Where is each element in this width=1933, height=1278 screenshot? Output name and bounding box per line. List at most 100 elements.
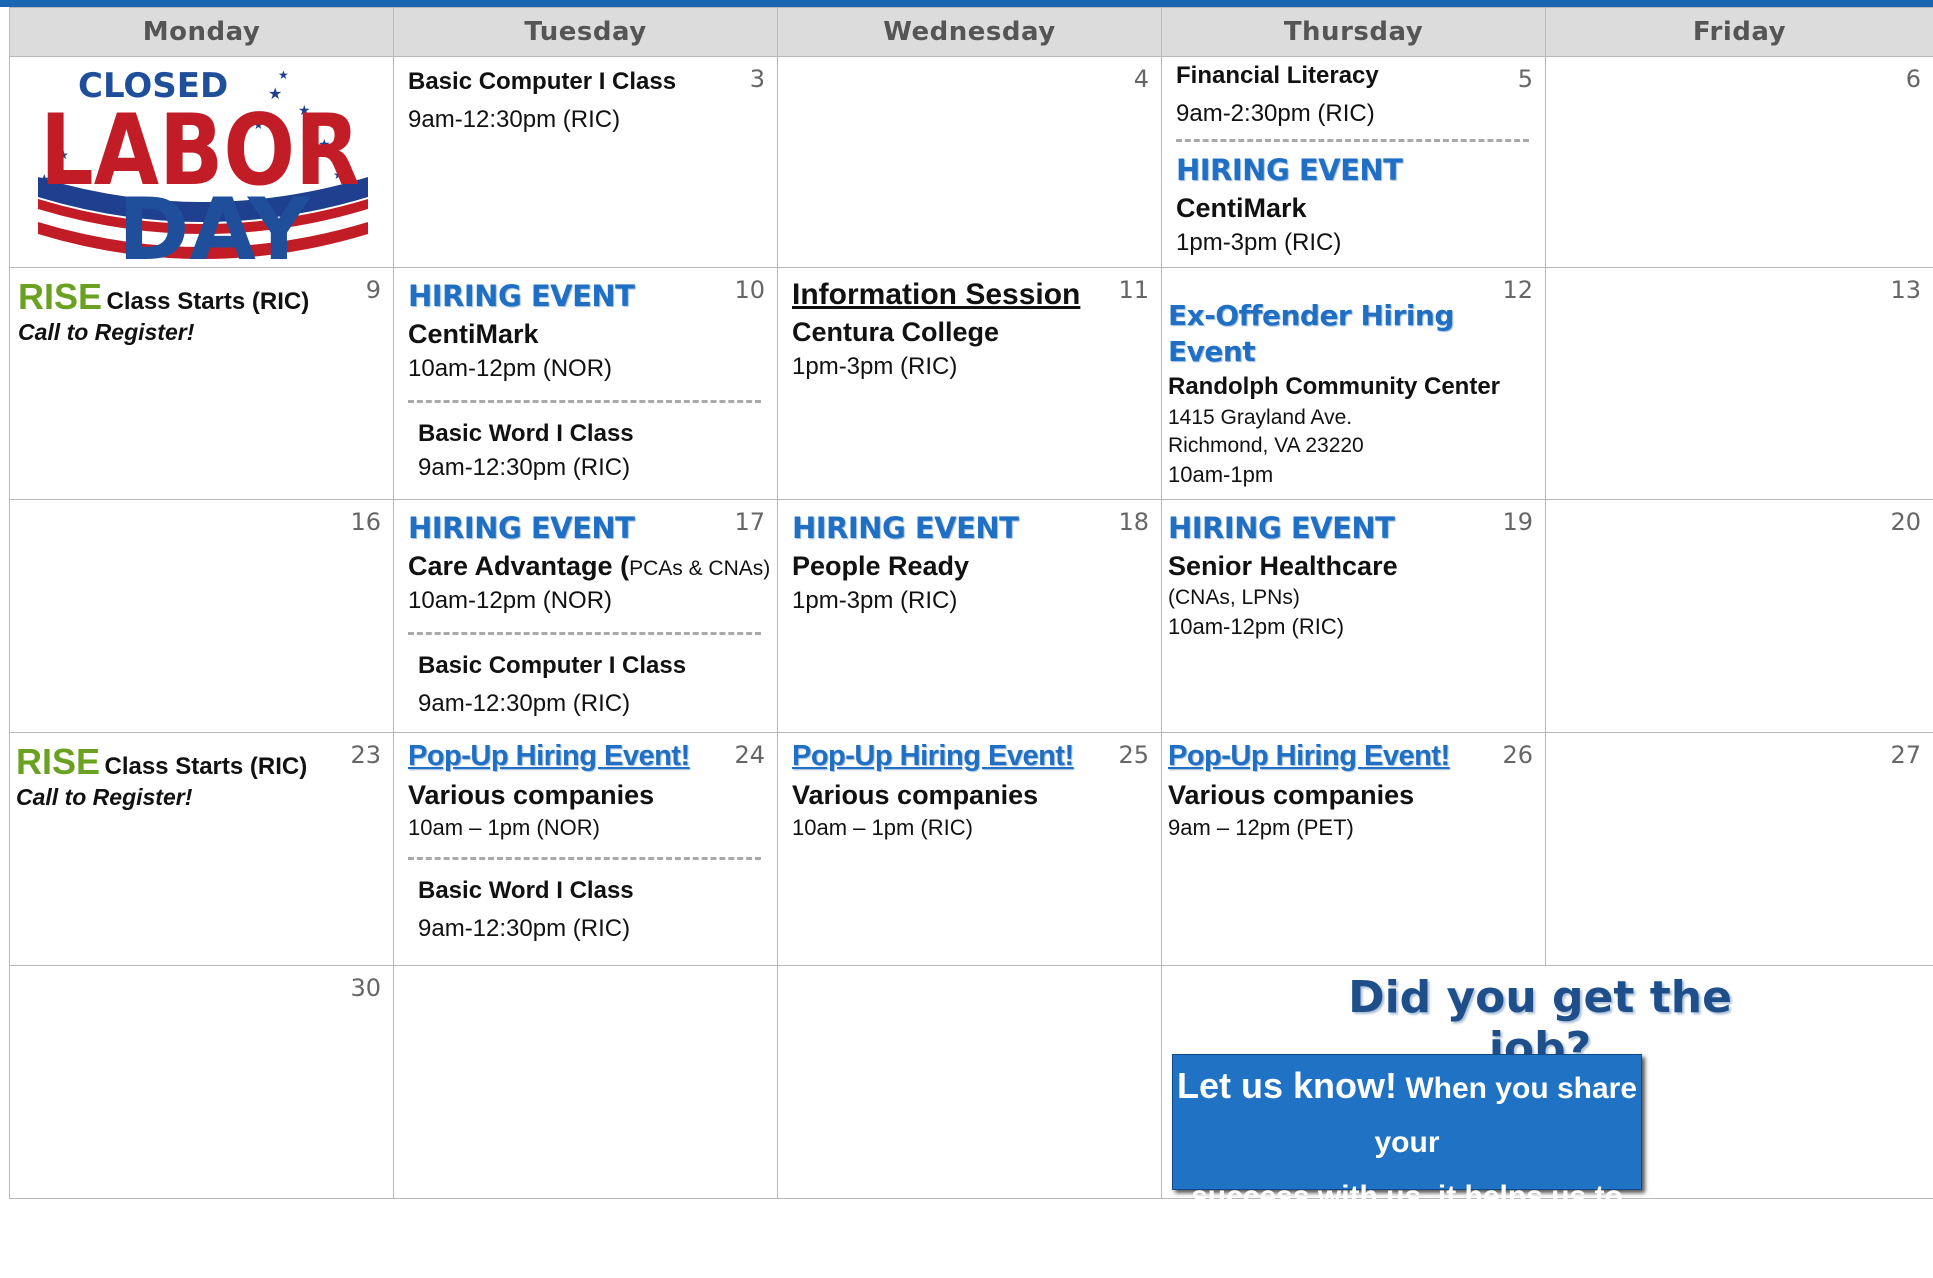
event-address-line2: Richmond, VA 23220	[1168, 432, 1535, 460]
promo-line1: When you share your	[1374, 1072, 1637, 1159]
event-company: Centura College	[792, 314, 1151, 350]
day-cell-thu-w3: 19 HIRING EVENT Senior Healthcare (CNAs,…	[1162, 500, 1546, 733]
event-time: 1pm-3pm (RIC)	[792, 350, 1151, 384]
header-monday: Monday	[10, 8, 394, 57]
event-company: Various companies	[408, 777, 767, 813]
day-cell-mon-w4: 23 RISE Class Starts (RIC) Call to Regis…	[10, 733, 394, 966]
event-title: Basic Computer I Class	[408, 649, 767, 683]
day-cell-fri-w3: 20	[1546, 500, 1933, 733]
hiring-event-label: HIRING EVENT	[792, 508, 1151, 548]
week-row-4: 23 RISE Class Starts (RIC) Call to Regis…	[10, 733, 1933, 966]
event-time: 10am-12pm (NOR)	[408, 352, 767, 386]
day-cell-thu-w4: 26 Pop-Up Hiring Event! Various companie…	[1162, 733, 1546, 966]
register-note: Call to Register!	[18, 319, 383, 346]
day-cell-tue-w1: 3 Basic Computer I Class 9am-12:30pm (RI…	[394, 57, 778, 268]
svg-text:DAY: DAY	[118, 180, 312, 264]
event-company: Various companies	[1168, 777, 1535, 813]
hiring-event-label: HIRING EVENT	[1168, 508, 1535, 548]
event-time: 9am-12:30pm (RIC)	[408, 103, 767, 137]
day-cell-tue-w2: 10 HIRING EVENT CentiMark 10am-12pm (NOR…	[394, 268, 778, 500]
event-title: Financial Literacy	[1176, 59, 1535, 93]
event-time: 10am-12pm (RIC)	[1168, 612, 1535, 642]
divider	[408, 400, 761, 403]
event-time: 10am – 1pm (RIC)	[792, 813, 1151, 843]
hiring-event-label: HIRING EVENT	[1176, 150, 1535, 190]
event-company: Senior Healthcare	[1168, 548, 1535, 584]
event-time: 9am-12:30pm (RIC)	[408, 687, 767, 721]
event-time: 10am-12pm (NOR)	[408, 584, 767, 618]
day-number: 27	[1890, 741, 1921, 769]
popup-hiring-event-link[interactable]: Pop-Up Hiring Event!	[792, 735, 1151, 777]
popup-hiring-event-link[interactable]: Pop-Up Hiring Event!	[408, 735, 767, 777]
day-cell-tue-w5	[394, 966, 778, 1199]
event-title: Basic Word I Class	[408, 417, 767, 451]
event-time: 9am – 12pm (PET)	[1168, 813, 1535, 843]
day-cell-wed-w1: 4	[778, 57, 1162, 268]
divider	[408, 857, 761, 860]
svg-text:★: ★	[278, 68, 289, 82]
rise-logo: RISE	[16, 741, 100, 782]
event-company: CentiMark	[1176, 190, 1535, 226]
promo-line2: success with us, it helps us to help oth…	[1173, 1170, 1641, 1278]
labor-day-logo: ★★ ★★ ★★ ★★ CLOSED LABOR DAY	[18, 59, 388, 264]
event-company: Various companies	[792, 777, 1151, 813]
day-cell-mon-w2: 9 RISE Class Starts (RIC) Call to Regist…	[10, 268, 394, 500]
day-number: 16	[350, 508, 381, 536]
event-place: Randolph Community Center	[1168, 370, 1535, 404]
day-cell-tue-w3: 17 HIRING EVENT Care Advantage (PCAs & C…	[394, 500, 778, 733]
event-title: Basic Word I Class	[408, 874, 767, 908]
event-time: 1pm-3pm (RIC)	[792, 584, 1151, 618]
hiring-event-label: HIRING EVENT	[408, 276, 767, 316]
day-number: 20	[1890, 508, 1921, 536]
day-number: 4	[1134, 65, 1149, 93]
day-cell-wed-w3: 18 HIRING EVENT People Ready 1pm-3pm (RI…	[778, 500, 1162, 733]
popup-hiring-event-link[interactable]: Pop-Up Hiring Event!	[1168, 735, 1535, 777]
event-roles: PCAs & CNAs)	[629, 557, 770, 580]
day-cell-mon-w3: 16	[10, 500, 394, 733]
promo-box: Let us know! When you share your success…	[1172, 1054, 1642, 1190]
day-cell-wed-w2: 11 Information Session Centura College 1…	[778, 268, 1162, 500]
day-cell-wed-w5	[778, 966, 1162, 1199]
week-row-3: 16 17 HIRING EVENT Care Advantage (PCAs …	[10, 500, 1933, 733]
event-time: 9am-2:30pm (RIC)	[1176, 97, 1535, 131]
day-cell-tue-w4: 24 Pop-Up Hiring Event! Various companie…	[394, 733, 778, 966]
hiring-event-label: Ex-Offender Hiring Event	[1168, 298, 1535, 370]
day-number: 6	[1906, 65, 1921, 93]
event-title: Class Starts (RIC)	[106, 288, 309, 315]
event-time: 1pm-3pm (RIC)	[1176, 226, 1535, 260]
header-friday: Friday	[1546, 8, 1933, 57]
header-tuesday: Tuesday	[394, 8, 778, 57]
register-note: Call to Register!	[16, 784, 383, 811]
event-time: 10am-1pm	[1168, 460, 1535, 490]
event-title: Class Starts (RIC)	[104, 753, 307, 780]
divider	[1176, 139, 1529, 142]
day-cell-fri-w4: 27	[1546, 733, 1933, 966]
day-cell-thu-w1: 5 Financial Literacy 9am-2:30pm (RIC) HI…	[1162, 57, 1546, 268]
header-wednesday: Wednesday	[778, 8, 1162, 57]
top-accent-bar	[0, 0, 1933, 7]
hiring-event-label: HIRING EVENT	[408, 508, 767, 548]
day-cell-wed-w4: 25 Pop-Up Hiring Event! Various companie…	[778, 733, 1162, 966]
event-title: Basic Computer I Class	[408, 65, 767, 99]
header-row: Monday Tuesday Wednesday Thursday Friday	[10, 8, 1933, 57]
event-address-line1: 1415 Grayland Ave.	[1168, 404, 1535, 432]
event-company: People Ready	[792, 548, 1151, 584]
week-row-1: ★★ ★★ ★★ ★★ CLOSED LABOR DAY 3 Basic Com…	[10, 57, 1933, 268]
promo-headline: Let us know!	[1177, 1065, 1397, 1106]
event-roles: (CNAs, LPNs)	[1168, 584, 1535, 612]
event-time: 9am-12:30pm (RIC)	[408, 451, 767, 485]
day-cell-mon-w1: ★★ ★★ ★★ ★★ CLOSED LABOR DAY	[10, 57, 394, 268]
day-cell-mon-w5: 30	[10, 966, 394, 1199]
event-company: CentiMark	[408, 316, 767, 352]
event-company: Care Advantage (	[408, 551, 629, 581]
day-number: 13	[1890, 276, 1921, 304]
info-session-title: Information Session	[792, 276, 1151, 314]
header-thursday: Thursday	[1162, 8, 1546, 57]
day-cell-fri-w1: 6	[1546, 57, 1933, 268]
week-row-2: 9 RISE Class Starts (RIC) Call to Regist…	[10, 268, 1933, 500]
rise-logo: RISE	[18, 276, 102, 317]
day-cell-thu-w2: 12 Ex-Offender Hiring Event Randolph Com…	[1162, 268, 1546, 500]
event-time: 10am – 1pm (NOR)	[408, 813, 767, 843]
day-cell-fri-w2: 13	[1546, 268, 1933, 500]
day-number: 30	[350, 974, 381, 1002]
